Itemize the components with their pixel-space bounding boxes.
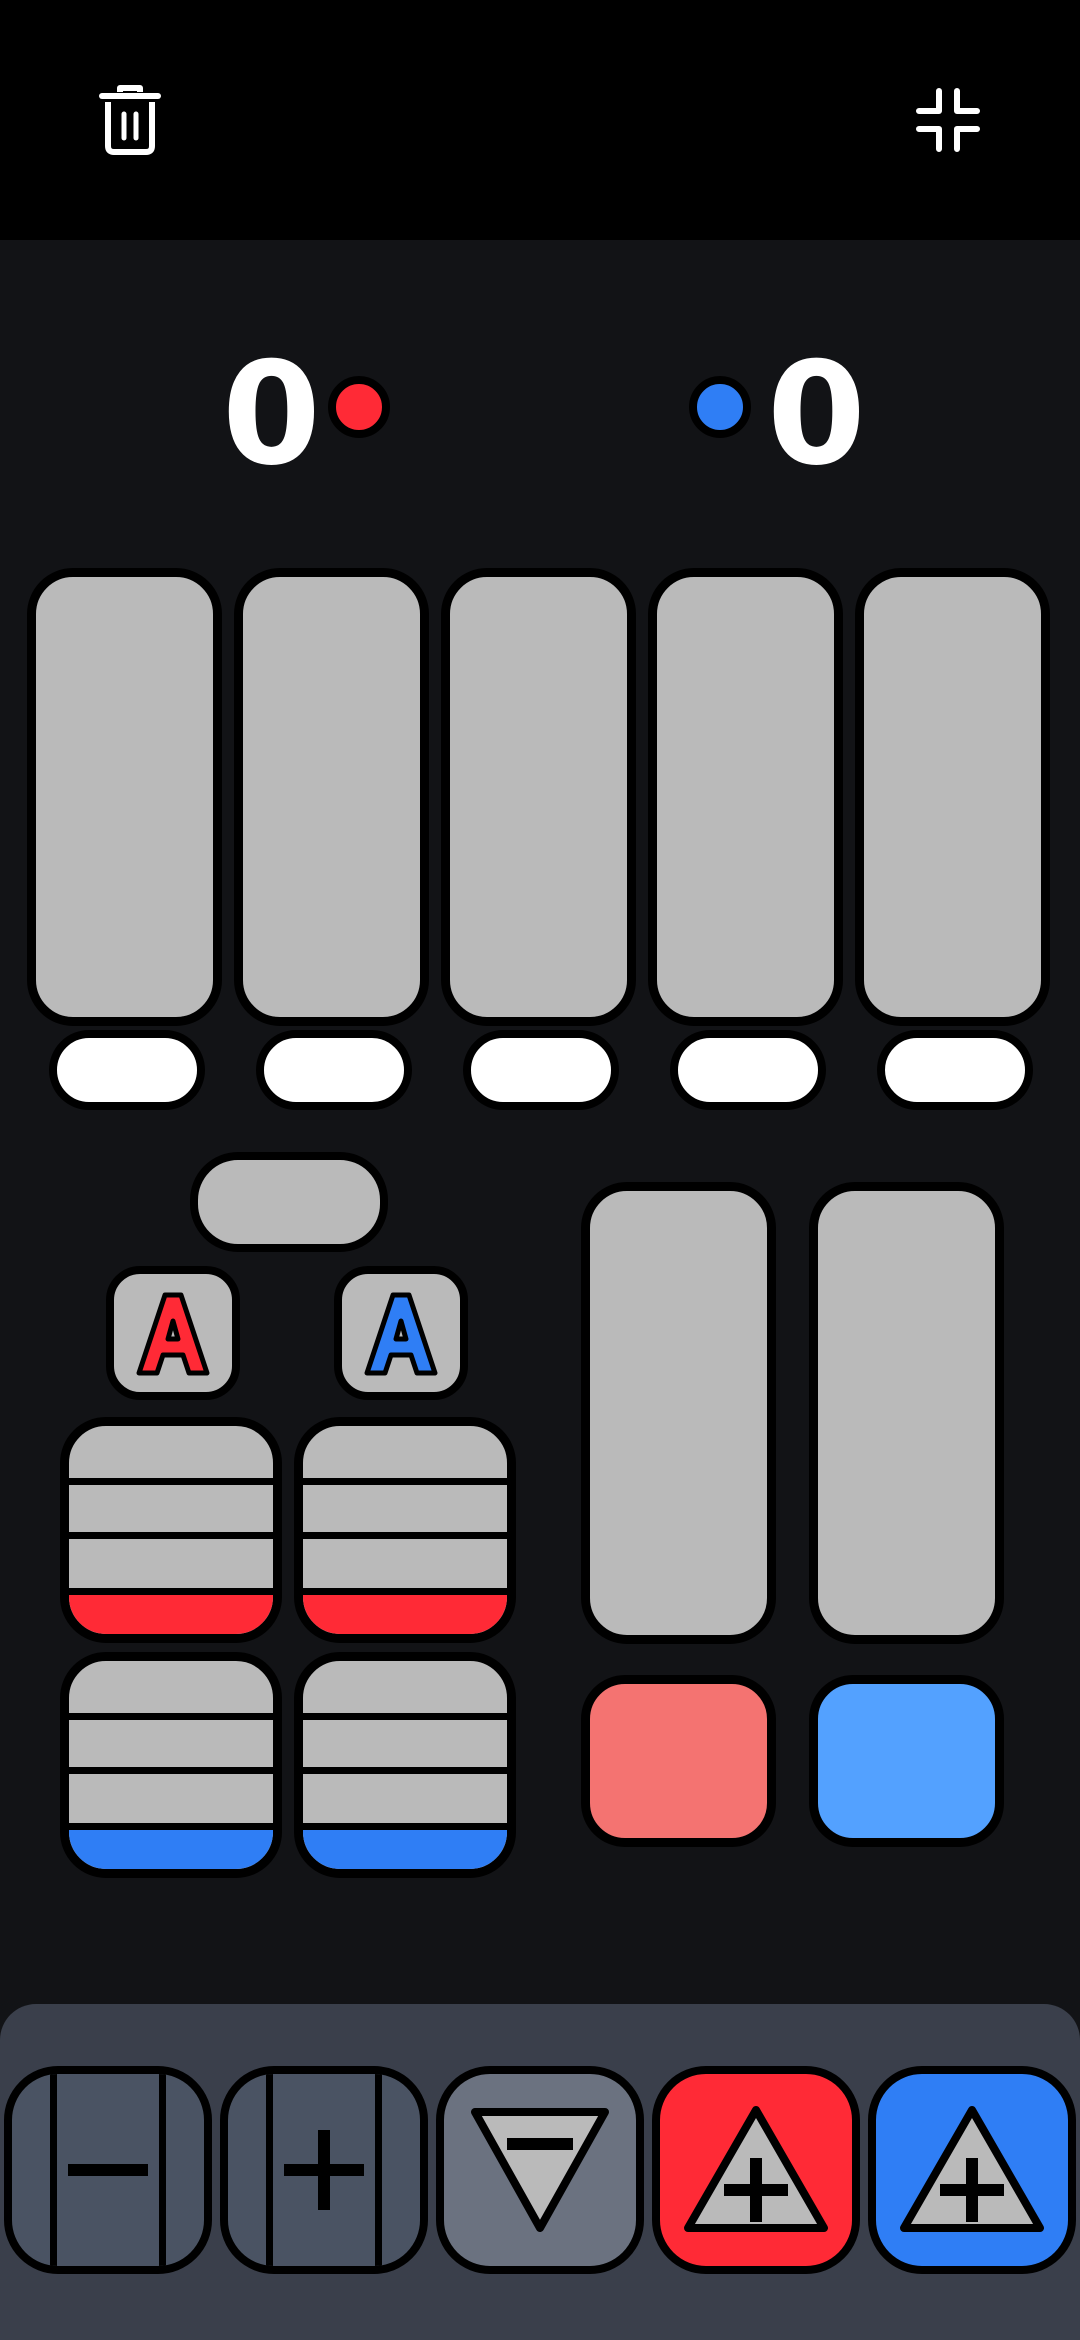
blue-stack[interactable] (294, 1652, 516, 1878)
minus-icon (68, 2164, 148, 2176)
red-stack[interactable] (60, 1417, 282, 1643)
blue-increase-triangle-button[interactable] (868, 2066, 1076, 2274)
slot-column[interactable] (441, 568, 636, 1026)
blue-stack-fill (69, 1823, 273, 1869)
top-bar (0, 0, 1080, 240)
blue-stack-fill (303, 1823, 507, 1869)
slot-tray[interactable] (463, 1030, 619, 1110)
slot-tray[interactable] (670, 1030, 826, 1110)
blue-letter-token[interactable]: A (334, 1266, 468, 1400)
blue-team-dot (689, 376, 751, 438)
blue-score: 0 (767, 332, 866, 497)
slot-column[interactable] (27, 568, 222, 1026)
exit-fullscreen-icon[interactable] (908, 80, 988, 160)
trash-icon[interactable] (90, 80, 170, 160)
red-stack-fill (303, 1588, 507, 1634)
blue-square-button[interactable] (809, 1675, 1004, 1847)
slot-column[interactable] (648, 568, 843, 1026)
red-tall-column[interactable] (581, 1182, 776, 1644)
decrease-rail-button[interactable] (4, 2066, 212, 2274)
triangle-plus-icon (900, 2106, 1044, 2232)
reserve-pill[interactable] (190, 1152, 388, 1252)
increase-rail-button[interactable] (220, 2066, 428, 2274)
blue-letter-a-icon (364, 1292, 438, 1376)
slot-tray[interactable] (256, 1030, 412, 1110)
decrease-triangle-button[interactable] (436, 2066, 644, 2274)
red-team-dot (328, 376, 390, 438)
slot-tray[interactable] (877, 1030, 1033, 1110)
red-stack-fill (69, 1588, 273, 1634)
plus-icon (284, 2130, 364, 2210)
red-increase-triangle-button[interactable] (652, 2066, 860, 2274)
blue-tall-column[interactable] (809, 1182, 1004, 1644)
red-square-button[interactable] (581, 1675, 776, 1847)
red-letter-a-icon (136, 1292, 210, 1376)
slot-column[interactable] (855, 568, 1050, 1026)
blue-stack[interactable] (60, 1652, 282, 1878)
red-letter-token[interactable]: A (106, 1266, 240, 1400)
triangle-plus-icon (684, 2106, 828, 2232)
slot-column[interactable] (234, 568, 429, 1026)
triangle-minus-icon (471, 2108, 609, 2232)
slot-tray[interactable] (49, 1030, 205, 1110)
red-score: 0 (222, 332, 321, 497)
red-stack[interactable] (294, 1417, 516, 1643)
